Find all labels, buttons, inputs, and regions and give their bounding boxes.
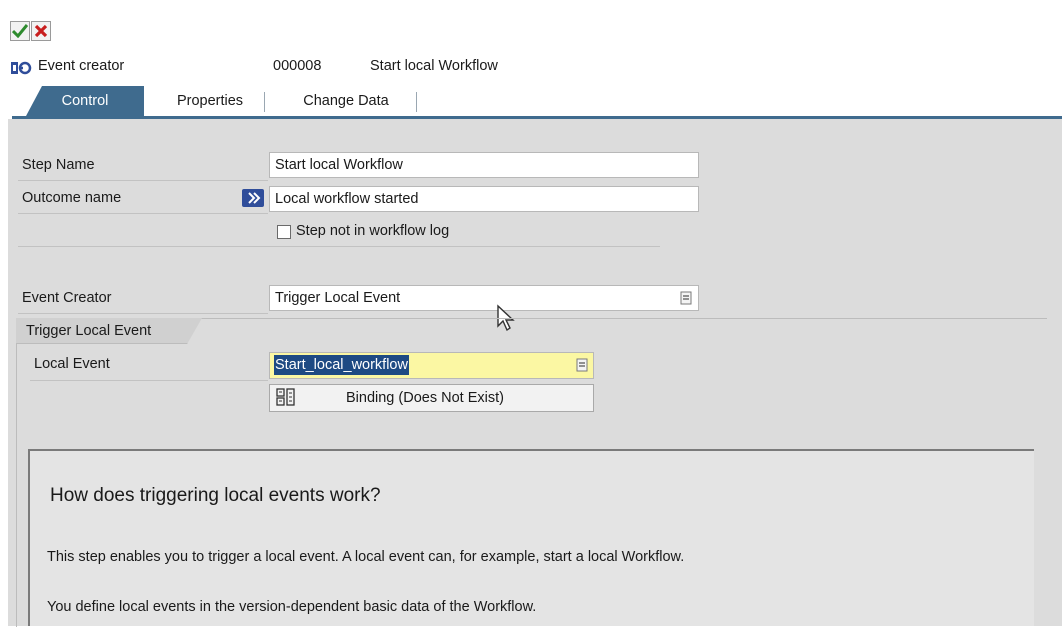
step-number: 000008 bbox=[273, 58, 322, 74]
binding-icon bbox=[276, 388, 296, 409]
event-creator-value: Trigger Local Event bbox=[275, 290, 401, 306]
tab-control[interactable]: Control bbox=[26, 86, 144, 116]
dropdown-icon[interactable] bbox=[680, 291, 692, 305]
row-divider bbox=[18, 313, 268, 314]
step-title: Start local Workflow bbox=[370, 58, 498, 74]
step-name-field[interactable]: Start local Workflow bbox=[269, 152, 699, 178]
not-in-log-label: Step not in workflow log bbox=[296, 223, 450, 239]
binding-label: Binding (Does Not Exist) bbox=[346, 390, 504, 406]
event-creator-label: Event Creator bbox=[22, 290, 112, 306]
row-divider bbox=[18, 180, 268, 181]
header-label: Event creator bbox=[38, 58, 125, 74]
local-event-label: Local Event bbox=[34, 356, 110, 372]
tab-properties[interactable]: Properties bbox=[157, 86, 263, 116]
tab-strip: Control Properties Change Data bbox=[12, 86, 1062, 120]
step-name-label: Step Name bbox=[22, 157, 95, 173]
row-divider bbox=[18, 246, 660, 247]
dropdown-icon[interactable] bbox=[576, 358, 588, 372]
local-event-value: Start_local_workflow bbox=[274, 355, 409, 375]
not-in-log-checkbox[interactable] bbox=[277, 225, 291, 239]
tab-divider bbox=[416, 92, 417, 112]
row-divider bbox=[18, 213, 268, 214]
cancel-x-icon bbox=[34, 24, 48, 38]
cancel-button[interactable] bbox=[31, 21, 51, 41]
tab-divider bbox=[264, 92, 265, 112]
checkmark-icon bbox=[12, 24, 28, 38]
outcome-name-label: Outcome name bbox=[22, 190, 122, 206]
help-paragraph-1: This step enables you to trigger a local… bbox=[47, 549, 685, 565]
tab-change-data[interactable]: Change Data bbox=[278, 86, 414, 116]
group-title: Trigger Local Event bbox=[16, 318, 202, 344]
help-paragraph-2: You define local events in the version-d… bbox=[47, 599, 537, 615]
outcome-name-field[interactable]: Local workflow started bbox=[269, 186, 699, 212]
event-creator-icon bbox=[10, 60, 32, 76]
help-title: How does triggering local events work? bbox=[50, 485, 381, 506]
confirm-button[interactable] bbox=[10, 21, 30, 41]
event-creator-dropdown[interactable]: Trigger Local Event bbox=[269, 285, 699, 311]
outcome-arrow-icon[interactable] bbox=[242, 189, 264, 207]
row-divider bbox=[30, 380, 268, 381]
